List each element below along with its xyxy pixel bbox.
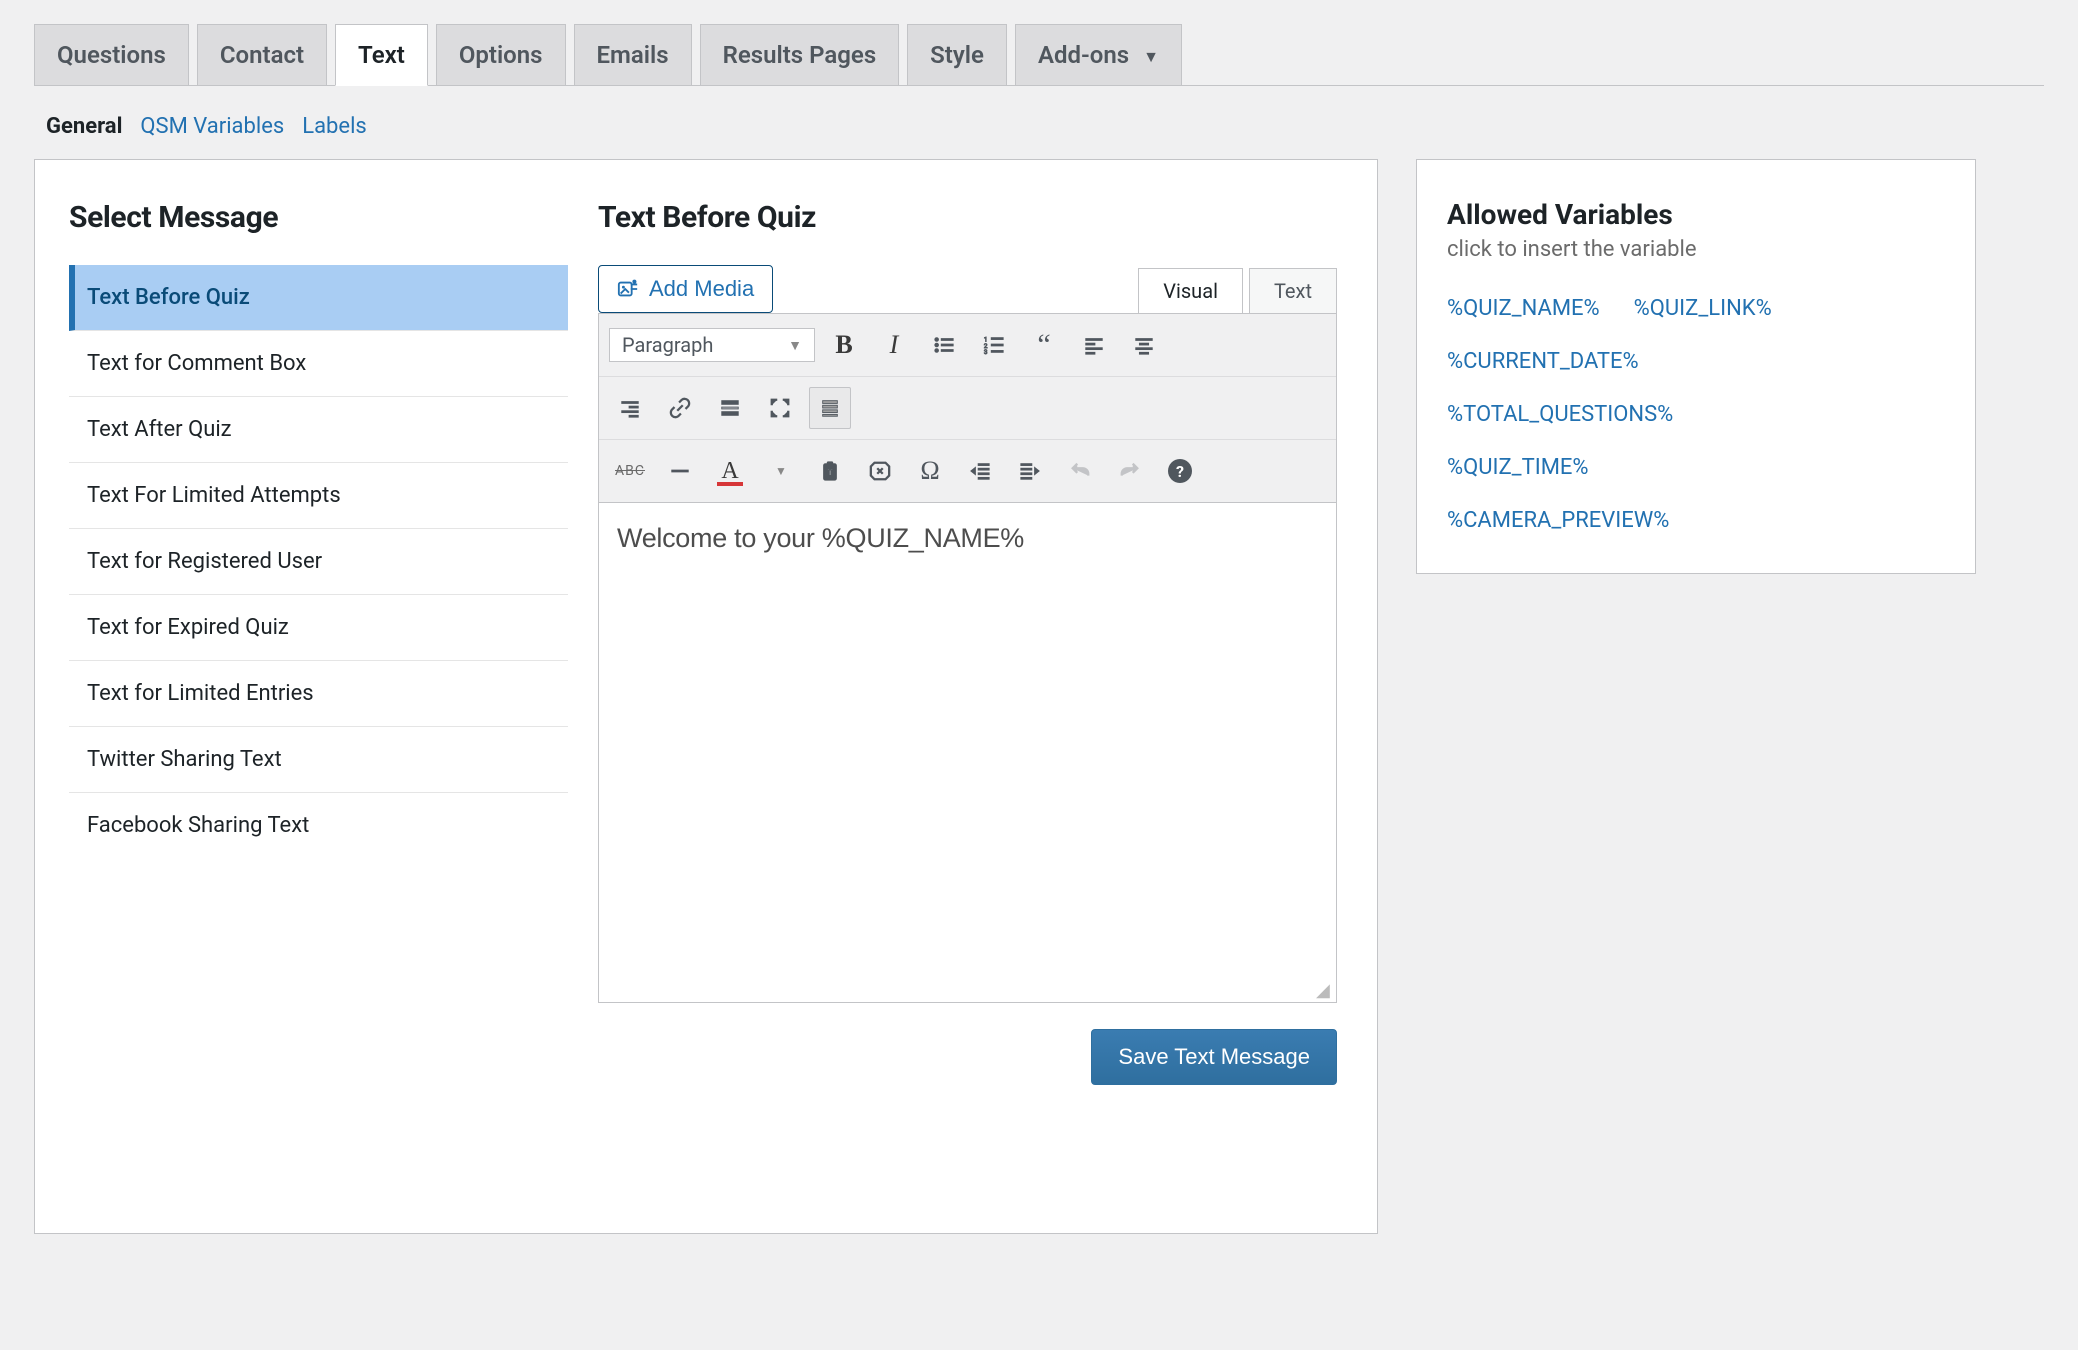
editor-modes: Visual Text [1138, 268, 1337, 313]
text-color-button[interactable]: A [709, 450, 751, 492]
link-button[interactable] [659, 387, 701, 429]
msg-text-limited-entries[interactable]: Text for Limited Entries [69, 661, 568, 727]
editor-title: Text Before Quiz [598, 200, 1337, 235]
format-select-label: Paragraph [622, 333, 713, 357]
msg-twitter-sharing[interactable]: Twitter Sharing Text [69, 727, 568, 793]
sub-nav: General QSM Variables Labels [34, 86, 2044, 159]
subnav-general[interactable]: General [46, 114, 122, 139]
blockquote-button[interactable]: “ [1023, 324, 1065, 366]
toolbar-toggle-button[interactable] [809, 387, 851, 429]
subnav-labels[interactable]: Labels [302, 114, 367, 139]
insert-more-button[interactable] [709, 387, 751, 429]
msg-text-limited-attempts[interactable]: Text For Limited Attempts [69, 463, 568, 529]
msg-text-expired-quiz[interactable]: Text for Expired Quiz [69, 595, 568, 661]
msg-facebook-sharing[interactable]: Facebook Sharing Text [69, 793, 568, 858]
redo-button[interactable] [1109, 450, 1151, 492]
caret-down-icon: ▼ [1143, 47, 1159, 66]
horizontal-rule-button[interactable] [659, 450, 701, 492]
outdent-button[interactable] [959, 450, 1001, 492]
tab-options[interactable]: Options [436, 24, 566, 85]
allowed-vars-title: Allowed Variables [1447, 198, 1945, 231]
var-quiz-time[interactable]: %QUIZ_TIME% [1447, 455, 1945, 480]
tab-results-pages[interactable]: Results Pages [700, 24, 900, 85]
editor-toolbar: Paragraph ▼ B I 123 “ [598, 313, 1337, 503]
align-center-button[interactable] [1123, 324, 1165, 366]
tab-emails[interactable]: Emails [574, 24, 692, 85]
msg-text-comment-box[interactable]: Text for Comment Box [69, 331, 568, 397]
var-current-date[interactable]: %CURRENT_DATE% [1447, 349, 1945, 374]
var-quiz-name[interactable]: %QUIZ_NAME% [1447, 296, 1600, 321]
variable-list: %QUIZ_NAME% %QUIZ_LINK% %CURRENT_DATE% %… [1447, 296, 1945, 533]
bold-button[interactable]: B [823, 324, 865, 366]
paste-text-button[interactable]: T [809, 450, 851, 492]
message-list: Text Before Quiz Text for Comment Box Te… [69, 265, 568, 858]
tab-contact[interactable]: Contact [197, 24, 327, 85]
resize-grip-icon[interactable]: ◢ [1316, 982, 1334, 1000]
tab-addons[interactable]: Add-ons ▼ [1015, 24, 1182, 85]
text-color-dropdown[interactable]: ▼ [759, 450, 801, 492]
svg-text:3: 3 [984, 348, 988, 356]
bullet-list-button[interactable] [923, 324, 965, 366]
editor-mode-text[interactable]: Text [1249, 268, 1337, 313]
main-tabs: Questions Contact Text Options Emails Re… [34, 24, 2044, 86]
msg-text-before-quiz[interactable]: Text Before Quiz [69, 265, 568, 331]
media-icon [617, 278, 639, 300]
var-camera-preview[interactable]: %CAMERA_PREVIEW% [1447, 508, 1945, 533]
add-media-button[interactable]: Add Media [598, 265, 773, 313]
undo-button[interactable] [1059, 450, 1101, 492]
editor-content[interactable]: Welcome to your %QUIZ_NAME% ◢ [598, 503, 1337, 1003]
allowed-variables-panel: Allowed Variables click to insert the va… [1416, 159, 1976, 574]
var-total-questions[interactable]: %TOTAL_QUESTIONS% [1447, 402, 1945, 427]
subnav-qsm-variables[interactable]: QSM Variables [140, 114, 284, 139]
msg-text-after-quiz[interactable]: Text After Quiz [69, 397, 568, 463]
tab-questions[interactable]: Questions [34, 24, 189, 85]
editor-content-text: Welcome to your %QUIZ_NAME% [617, 523, 1318, 554]
keyboard-help-button[interactable]: ? [1159, 450, 1201, 492]
fullscreen-button[interactable] [759, 387, 801, 429]
format-select[interactable]: Paragraph ▼ [609, 328, 815, 362]
numbered-list-button[interactable]: 123 [973, 324, 1015, 366]
var-quiz-link[interactable]: %QUIZ_LINK% [1634, 296, 1772, 321]
allowed-vars-subtitle: click to insert the variable [1447, 237, 1945, 262]
tab-style[interactable]: Style [907, 24, 1007, 85]
caret-down-icon: ▼ [788, 337, 802, 354]
msg-text-registered-user[interactable]: Text for Registered User [69, 529, 568, 595]
select-message-title: Select Message [69, 200, 568, 235]
align-left-button[interactable] [1073, 324, 1115, 366]
save-button[interactable]: Save Text Message [1091, 1029, 1337, 1085]
align-right-button[interactable] [609, 387, 651, 429]
select-message-panel: Select Message Text Before Quiz Text for… [34, 159, 569, 1234]
editor-mode-visual[interactable]: Visual [1138, 268, 1243, 313]
italic-button[interactable]: I [873, 324, 915, 366]
add-media-label: Add Media [649, 276, 754, 302]
tab-text[interactable]: Text [335, 24, 428, 86]
tab-addons-label: Add-ons [1038, 41, 1129, 69]
strikethrough-button[interactable]: ABC [609, 450, 651, 492]
clear-formatting-button[interactable] [859, 450, 901, 492]
special-char-button[interactable]: Ω [909, 450, 951, 492]
editor-panel: Text Before Quiz Add Media Visual Text [568, 159, 1378, 1234]
svg-text:T: T [827, 469, 833, 479]
indent-button[interactable] [1009, 450, 1051, 492]
